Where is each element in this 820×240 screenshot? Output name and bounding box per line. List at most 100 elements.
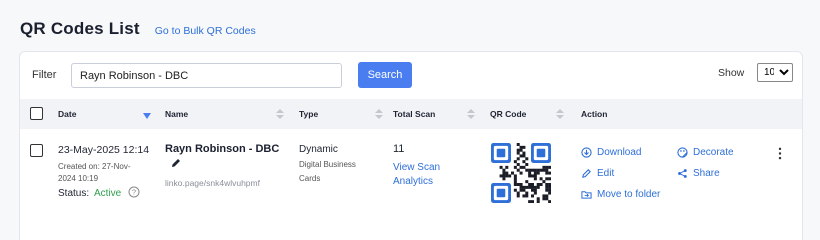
qr-module <box>502 174 506 178</box>
column-date[interactable]: Date <box>58 109 76 119</box>
qr-module <box>516 157 520 161</box>
qr-module <box>536 183 540 187</box>
decorate-icon[interactable] <box>677 147 688 158</box>
row-subtype-cont: Cards <box>299 174 321 183</box>
row-type: Dynamic <box>299 144 338 155</box>
qr-module <box>522 188 526 192</box>
qr-module <box>536 197 540 201</box>
sort-icon[interactable] <box>467 109 475 119</box>
show-label: Show <box>718 67 745 79</box>
qr-module <box>519 185 523 189</box>
qr-module <box>542 194 546 198</box>
qr-module <box>545 165 549 169</box>
qr-module <box>531 188 535 192</box>
qr-module <box>519 145 523 149</box>
row-name[interactable]: Rayn Robinson - DBC <box>165 143 279 155</box>
share-icon[interactable] <box>677 168 688 179</box>
filter-label: Filter <box>32 69 57 81</box>
qr-module <box>548 165 551 169</box>
qr-module <box>522 165 526 169</box>
qr-module <box>522 151 526 155</box>
qr-module <box>505 171 509 175</box>
qr-module <box>533 174 537 178</box>
qr-module <box>513 180 517 184</box>
qr-module <box>533 168 537 172</box>
qr-code-image[interactable] <box>491 143 551 203</box>
edit-action[interactable]: Edit <box>597 168 614 179</box>
qr-module <box>548 183 551 187</box>
qr-module <box>528 168 532 172</box>
column-name[interactable]: Name <box>165 109 188 119</box>
qr-module <box>502 177 506 181</box>
row-scan-count: 11 <box>393 143 405 155</box>
qr-module <box>513 183 517 187</box>
qr-module <box>536 171 540 175</box>
qr-module <box>499 165 503 169</box>
qr-module <box>516 143 520 147</box>
qr-module <box>525 185 529 189</box>
qr-module <box>516 191 520 195</box>
row-subtype: Digital Business <box>299 160 356 169</box>
more-options-icon[interactable] <box>777 147 783 160</box>
sort-icon[interactable] <box>375 109 383 119</box>
qr-module <box>519 183 523 187</box>
qr-module <box>528 171 532 175</box>
move-to-folder-action[interactable]: Move to folder <box>597 189 660 200</box>
page-size-select[interactable]: 10 <box>757 63 793 82</box>
help-icon[interactable]: ? <box>128 186 140 198</box>
sort-desc-icon[interactable] <box>143 111 151 121</box>
download-icon[interactable] <box>581 147 592 158</box>
view-scan-analytics-link-cont[interactable]: Analytics <box>393 176 433 187</box>
qr-module <box>545 177 549 181</box>
column-qr-code: QR Code <box>490 109 527 119</box>
share-action[interactable]: Share <box>693 168 720 179</box>
qr-module <box>519 148 523 152</box>
sort-icon[interactable] <box>556 109 564 119</box>
qr-module <box>542 168 546 172</box>
qr-module <box>548 171 551 175</box>
column-type[interactable]: Type <box>299 109 318 119</box>
qr-module <box>522 160 526 164</box>
page-title: QR Codes List <box>20 19 140 38</box>
view-scan-analytics-link[interactable]: View Scan <box>393 162 440 173</box>
qr-module <box>502 171 506 175</box>
row-short-url[interactable]: linko.page/snk4wlvuhpmf <box>165 178 260 188</box>
move-folder-icon[interactable] <box>581 189 592 200</box>
qr-module <box>531 174 535 178</box>
qr-module <box>545 188 549 192</box>
qr-module <box>522 145 526 149</box>
qr-module <box>525 168 529 172</box>
qr-module <box>516 163 520 167</box>
sort-icon[interactable] <box>276 109 284 119</box>
qr-finder-pattern <box>491 143 511 163</box>
qr-module <box>525 194 529 198</box>
qr-module <box>505 174 509 178</box>
edit-icon[interactable] <box>581 168 592 179</box>
download-action[interactable]: Download <box>597 147 641 158</box>
decorate-action[interactable]: Decorate <box>693 147 734 158</box>
row-checkbox[interactable] <box>30 144 43 157</box>
qr-module <box>513 174 517 178</box>
page-header: QR Codes List Go to Bulk QR Codes <box>20 19 256 39</box>
qr-module <box>531 200 535 203</box>
qr-module <box>545 183 549 187</box>
qr-module <box>533 191 537 195</box>
qr-module <box>513 160 517 164</box>
qr-module <box>548 185 551 189</box>
qr-module <box>522 185 526 189</box>
qr-module <box>519 165 523 169</box>
qr-module <box>531 183 535 187</box>
qr-module <box>516 183 520 187</box>
qr-module <box>533 171 537 175</box>
bulk-qr-codes-link[interactable]: Go to Bulk QR Codes <box>155 25 256 37</box>
qr-module <box>542 165 546 169</box>
filter-input[interactable] <box>71 63 342 88</box>
qr-module <box>548 200 551 203</box>
select-all-checkbox[interactable] <box>30 107 43 120</box>
edit-name-icon[interactable] <box>170 157 182 169</box>
search-button[interactable]: Search <box>358 62 412 88</box>
qr-module <box>531 168 535 172</box>
qr-module <box>508 174 512 178</box>
qr-list-card: Filter Search Show 10 Date Name Type Tot… <box>19 51 803 240</box>
column-total-scan[interactable]: Total Scan <box>393 109 435 119</box>
